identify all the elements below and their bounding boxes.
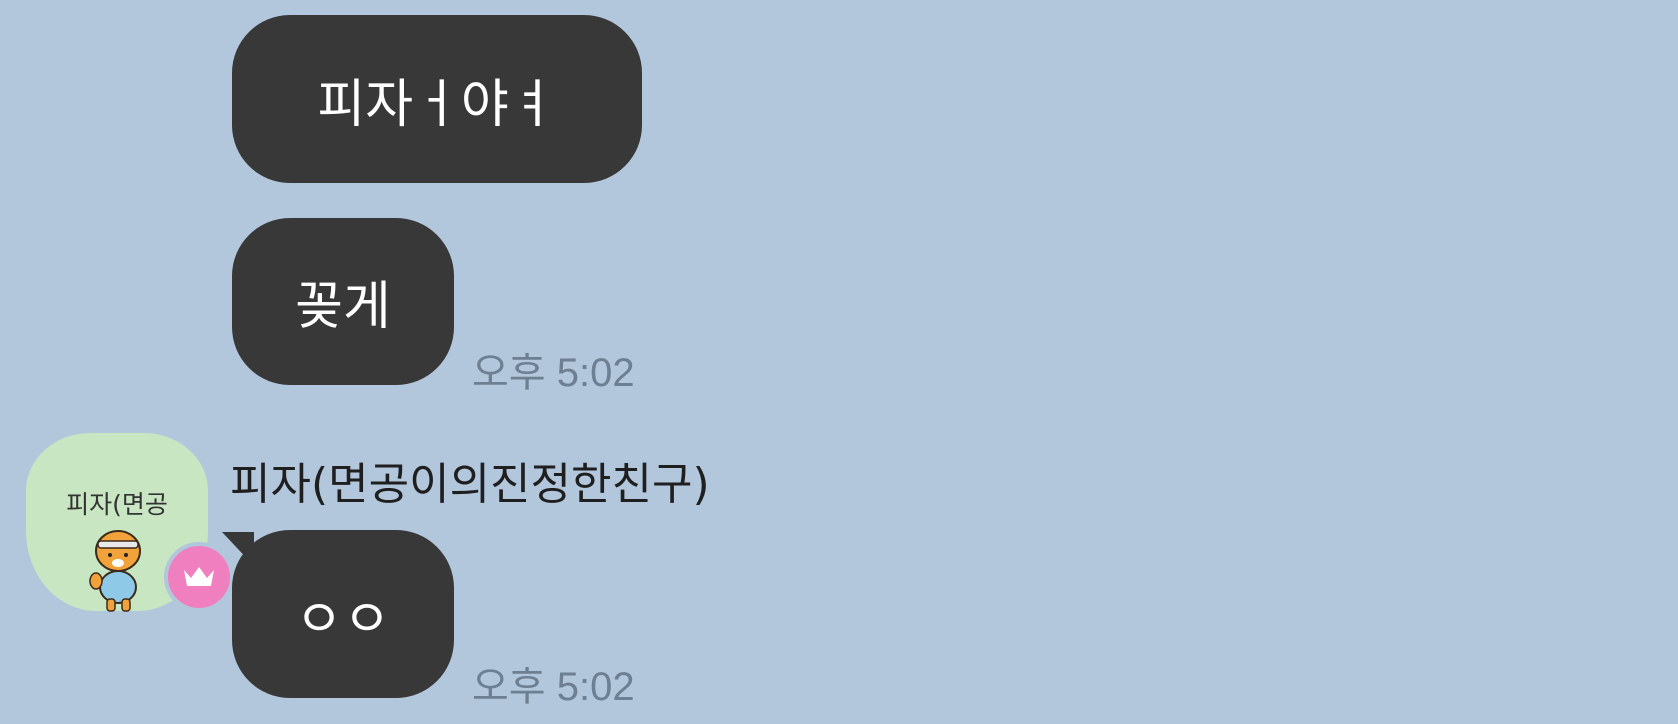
message-text: ㅇㅇ	[295, 589, 391, 650]
crown-icon	[184, 567, 214, 586]
avatar-label: 피자(면공	[66, 490, 168, 519]
message-bubble[interactable]: 꽂게	[232, 218, 454, 385]
message-text: 꽂게	[295, 277, 391, 337]
message-timestamp: 오후 5:02	[472, 351, 635, 395]
ryan-character-icon	[89, 530, 141, 612]
message-bubble[interactable]: 피자ㅓ야ㅕ	[232, 15, 642, 183]
sender-avatar[interactable]: 피자(면공	[26, 433, 234, 612]
sender-name: 피자(면공이의진정한친구)	[230, 459, 710, 510]
message-timestamp: 오후 5:02	[472, 665, 635, 709]
message-bubble[interactable]: ㅇㅇ	[232, 530, 454, 698]
message-text: 피자ㅓ야ㅕ	[317, 74, 557, 135]
